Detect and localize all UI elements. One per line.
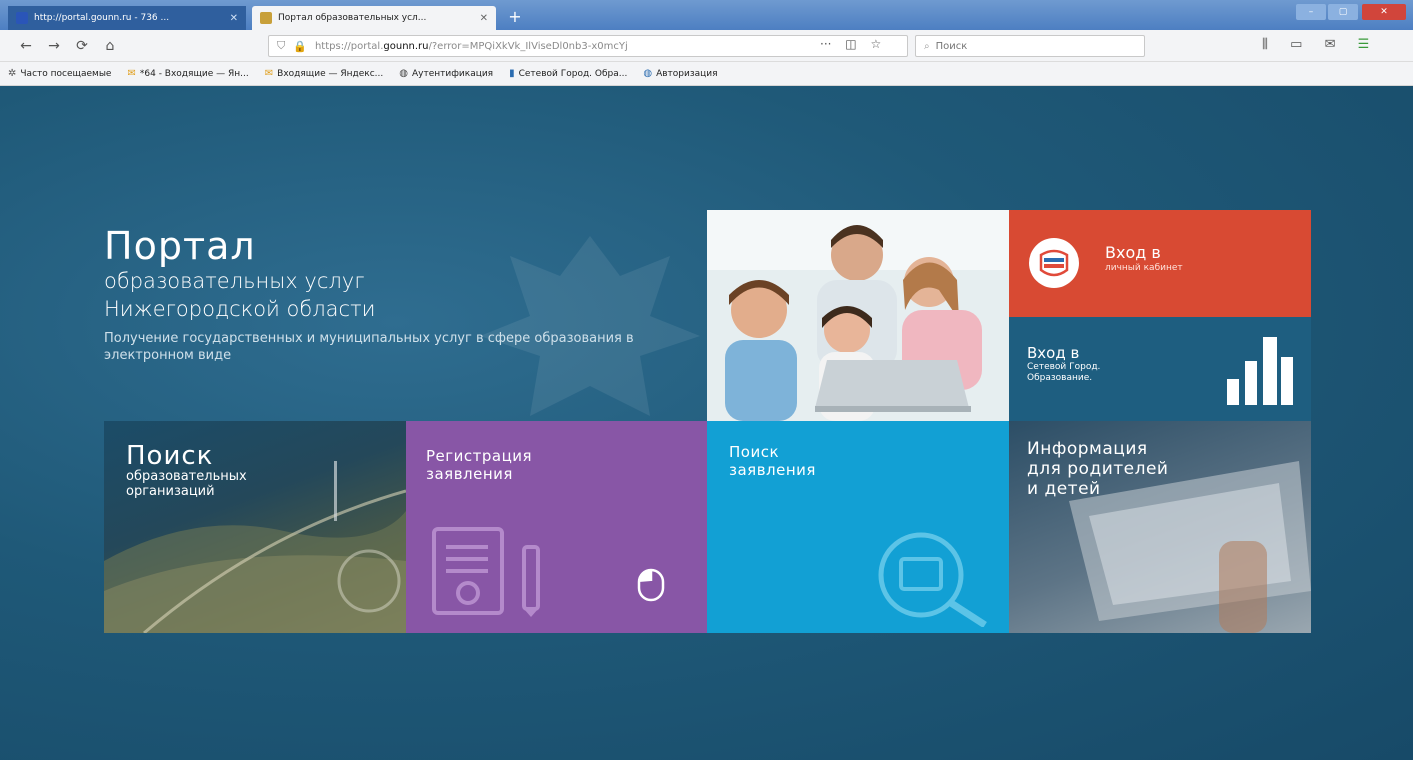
- document-pen-icon: [432, 527, 540, 617]
- gosuslugi-line1: Вход в: [1105, 243, 1161, 262]
- bookmark-item[interactable]: ◍ Аутентификация: [399, 68, 493, 79]
- bookmark-item[interactable]: ▮ Сетевой Город. Обра...: [509, 68, 627, 79]
- network-city-logo-icon: [1227, 337, 1293, 405]
- gosuslugi-label: Вход в личный кабинет: [1105, 244, 1183, 274]
- search-input[interactable]: [935, 40, 1126, 52]
- registration-line2: заявления: [426, 465, 513, 483]
- parents-info-tile[interactable]: Информация для родителей и детей: [1009, 421, 1311, 633]
- network-city-login-tile[interactable]: Вход в Сетевой Город. Образование.: [1009, 317, 1311, 423]
- gosuslugi-login-tile[interactable]: Вход в личный кабинет: [1009, 210, 1311, 317]
- page-subtitle-1: образовательных услуг: [104, 269, 365, 293]
- pocket-icon[interactable]: ◫: [845, 37, 856, 51]
- bookmark-label: Авторизация: [656, 68, 718, 79]
- bookmarks-bar: ✲ Часто посещаемые ✉ *64 - Входящие — Ян..…: [0, 62, 1413, 86]
- tab-title: http://portal.gounn.ru - 736 ...: [34, 13, 170, 23]
- page-subtitle-2: Нижегородской области: [104, 297, 376, 321]
- bookmark-item[interactable]: ◍ Авторизация: [643, 68, 717, 79]
- bookmark-item[interactable]: ✲ Часто посещаемые: [8, 68, 111, 79]
- more-icon[interactable]: ···: [820, 37, 831, 51]
- search-organizations-big: Поиск: [126, 441, 214, 471]
- url-prefix: https://portal.: [314, 40, 384, 52]
- coat-of-arms-watermark-icon: [480, 236, 700, 416]
- bookmark-label: Аутентификация: [411, 68, 494, 79]
- search-icon: ⌕: [924, 40, 930, 52]
- network-city-line2: Сетевой Город.: [1027, 362, 1101, 372]
- sidebar-icon[interactable]: ▭: [1290, 37, 1302, 52]
- mouse-icon: [637, 568, 665, 602]
- hero-title-block: Портал образовательных услуг Нижегородск…: [104, 226, 375, 322]
- network-city-label: Вход в Сетевой Город. Образование.: [1027, 345, 1100, 384]
- browser-tab-bar: http://portal.gounn.ru - 736 ... ✕ Порта…: [0, 0, 1413, 30]
- tab-title: Портал образовательных усл...: [278, 13, 427, 23]
- bookmark-label: Часто посещаемые: [20, 68, 112, 79]
- page-description: Получение государственных и муниципальны…: [104, 331, 634, 363]
- portal-page: Портал образовательных услуг Нижегородск…: [0, 86, 1413, 760]
- bookmark-star-icon[interactable]: ☆: [870, 37, 881, 51]
- search-bar[interactable]: ⌕: [915, 35, 1145, 57]
- page-title: Портал: [104, 224, 256, 268]
- url-path: /?error=MPQiXkVk_IlViseDl0nb3-x0mcYj: [428, 40, 628, 52]
- eagle-favicon-icon: [260, 12, 272, 24]
- window-close-button[interactable]: ✕: [1362, 4, 1406, 20]
- back-icon[interactable]: ←: [16, 37, 36, 55]
- tab-portal-gounn[interactable]: http://portal.gounn.ru - 736 ... ✕: [8, 6, 246, 30]
- mail-icon: ✉: [264, 68, 274, 79]
- addon-icon[interactable]: ☰: [1358, 37, 1370, 52]
- extension-icon[interactable]: ✉: [1325, 37, 1336, 52]
- find-application-tile[interactable]: Поиск заявления: [707, 421, 1009, 633]
- parents-info-line1: Информация: [1027, 439, 1148, 459]
- forward-icon[interactable]: →: [44, 37, 64, 55]
- close-icon[interactable]: ✕: [480, 13, 488, 24]
- library-icon[interactable]: ⫼: [1262, 37, 1268, 52]
- tab-portal-active[interactable]: Портал образовательных усл... ✕: [252, 6, 496, 30]
- minimize-button[interactable]: –: [1296, 4, 1326, 20]
- reload-icon[interactable]: ⟳: [72, 37, 92, 55]
- url-actions: ··· ◫ ☆: [820, 37, 891, 51]
- application-registration-tile[interactable]: Регистрация заявления: [406, 421, 708, 633]
- bookmark-label: Сетевой Город. Обра...: [518, 68, 628, 79]
- bookmark-item[interactable]: ✉ Входящие — Яндекс...: [265, 68, 383, 79]
- mail-icon: ✉: [127, 68, 136, 79]
- chart-icon: ▮: [509, 68, 515, 79]
- new-tab-button[interactable]: +: [504, 8, 526, 28]
- gear-icon: ✲: [8, 68, 17, 79]
- url-domain: gounn.ru: [383, 40, 429, 52]
- gosuslugi-line2: личный кабинет: [1105, 263, 1183, 273]
- url-bar[interactable]: ⛉ 🔒 https://portal. gounn.ru /?error=MPQ…: [268, 35, 908, 57]
- registration-label: Регистрация заявления: [426, 447, 532, 483]
- gosuslugi-logo-icon: [1029, 238, 1079, 288]
- home-icon[interactable]: ⌂: [100, 37, 120, 55]
- parents-info-line2: для родителей: [1027, 459, 1169, 479]
- tab-favicon-icon: [16, 12, 28, 24]
- toolbar-icons: ⫼ ▭ ✉ ☰: [1262, 37, 1387, 52]
- search-organizations-tile[interactable]: Поиск образовательных организаций: [104, 421, 406, 633]
- parents-info-line3: и детей: [1027, 479, 1101, 499]
- parents-info-label: Информация для родителей и детей: [1027, 439, 1168, 499]
- search-organizations-label: Поиск образовательных организаций: [126, 443, 247, 499]
- globe-icon: ◍: [643, 68, 653, 79]
- maximize-button[interactable]: ▢: [1328, 4, 1358, 20]
- network-city-line3: Образование.: [1027, 373, 1093, 383]
- network-city-line1: Вход в: [1027, 344, 1080, 362]
- shield-icon: ⛉: [277, 39, 286, 52]
- globe-icon: ◍: [399, 68, 408, 79]
- browser-nav-bar: ← → ⟳ ⌂ ⛉ 🔒 https://portal. gounn.ru /?e…: [0, 30, 1413, 62]
- family-illustration: [707, 210, 1009, 421]
- lock-icon: 🔒: [293, 39, 307, 53]
- find-application-label: Поиск заявления: [729, 443, 816, 479]
- search-organizations-small-1: образовательных: [126, 469, 247, 484]
- bookmark-label: *64 - Входящие — Ян...: [139, 68, 249, 79]
- find-application-line1: Поиск: [729, 443, 780, 461]
- close-icon[interactable]: ✕: [230, 13, 238, 24]
- search-organizations-small-2: организаций: [126, 484, 215, 499]
- registration-line1: Регистрация: [426, 447, 533, 465]
- magnifier-icon: [878, 532, 987, 627]
- bookmark-label: Входящие — Яндекс...: [277, 68, 384, 79]
- find-application-line2: заявления: [729, 461, 816, 479]
- family-photo: [707, 210, 1009, 421]
- bookmark-item[interactable]: ✉ *64 - Входящие — Ян...: [127, 68, 248, 79]
